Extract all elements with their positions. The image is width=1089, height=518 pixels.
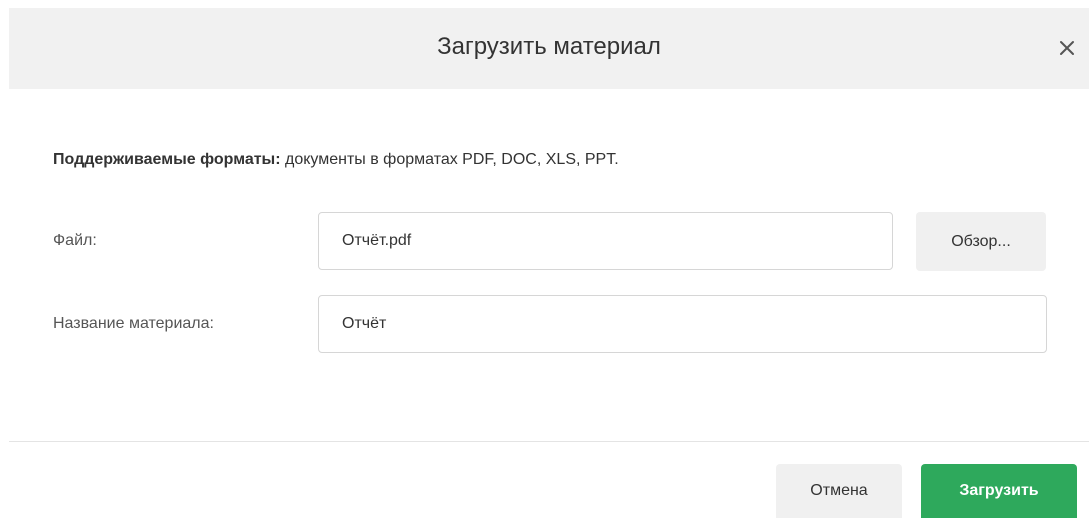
- material-name-input[interactable]: [318, 295, 1047, 353]
- footer-divider: [9, 441, 1089, 442]
- material-name-label: Название материала:: [53, 315, 214, 332]
- upload-button[interactable]: Загрузить: [921, 464, 1077, 518]
- supported-formats-label: Поддерживаемые форматы:: [53, 151, 281, 168]
- cancel-button[interactable]: Отмена: [776, 464, 902, 518]
- close-button[interactable]: [1055, 36, 1079, 60]
- upload-material-dialog: Загрузить материал Поддерживаемые формат…: [0, 0, 1089, 518]
- file-path-input[interactable]: [318, 212, 893, 270]
- dialog-header: Загрузить материал: [9, 8, 1089, 89]
- browse-button[interactable]: Обзор...: [916, 212, 1046, 271]
- supported-formats-text: документы в форматах PDF, DOC, XLS, PPT.: [280, 151, 619, 168]
- close-icon: [1060, 41, 1074, 55]
- file-field-label: Файл:: [53, 232, 97, 249]
- dialog-title: Загрузить материал: [437, 33, 661, 60]
- supported-formats-note: Поддерживаемые форматы: документы в форм…: [53, 151, 619, 169]
